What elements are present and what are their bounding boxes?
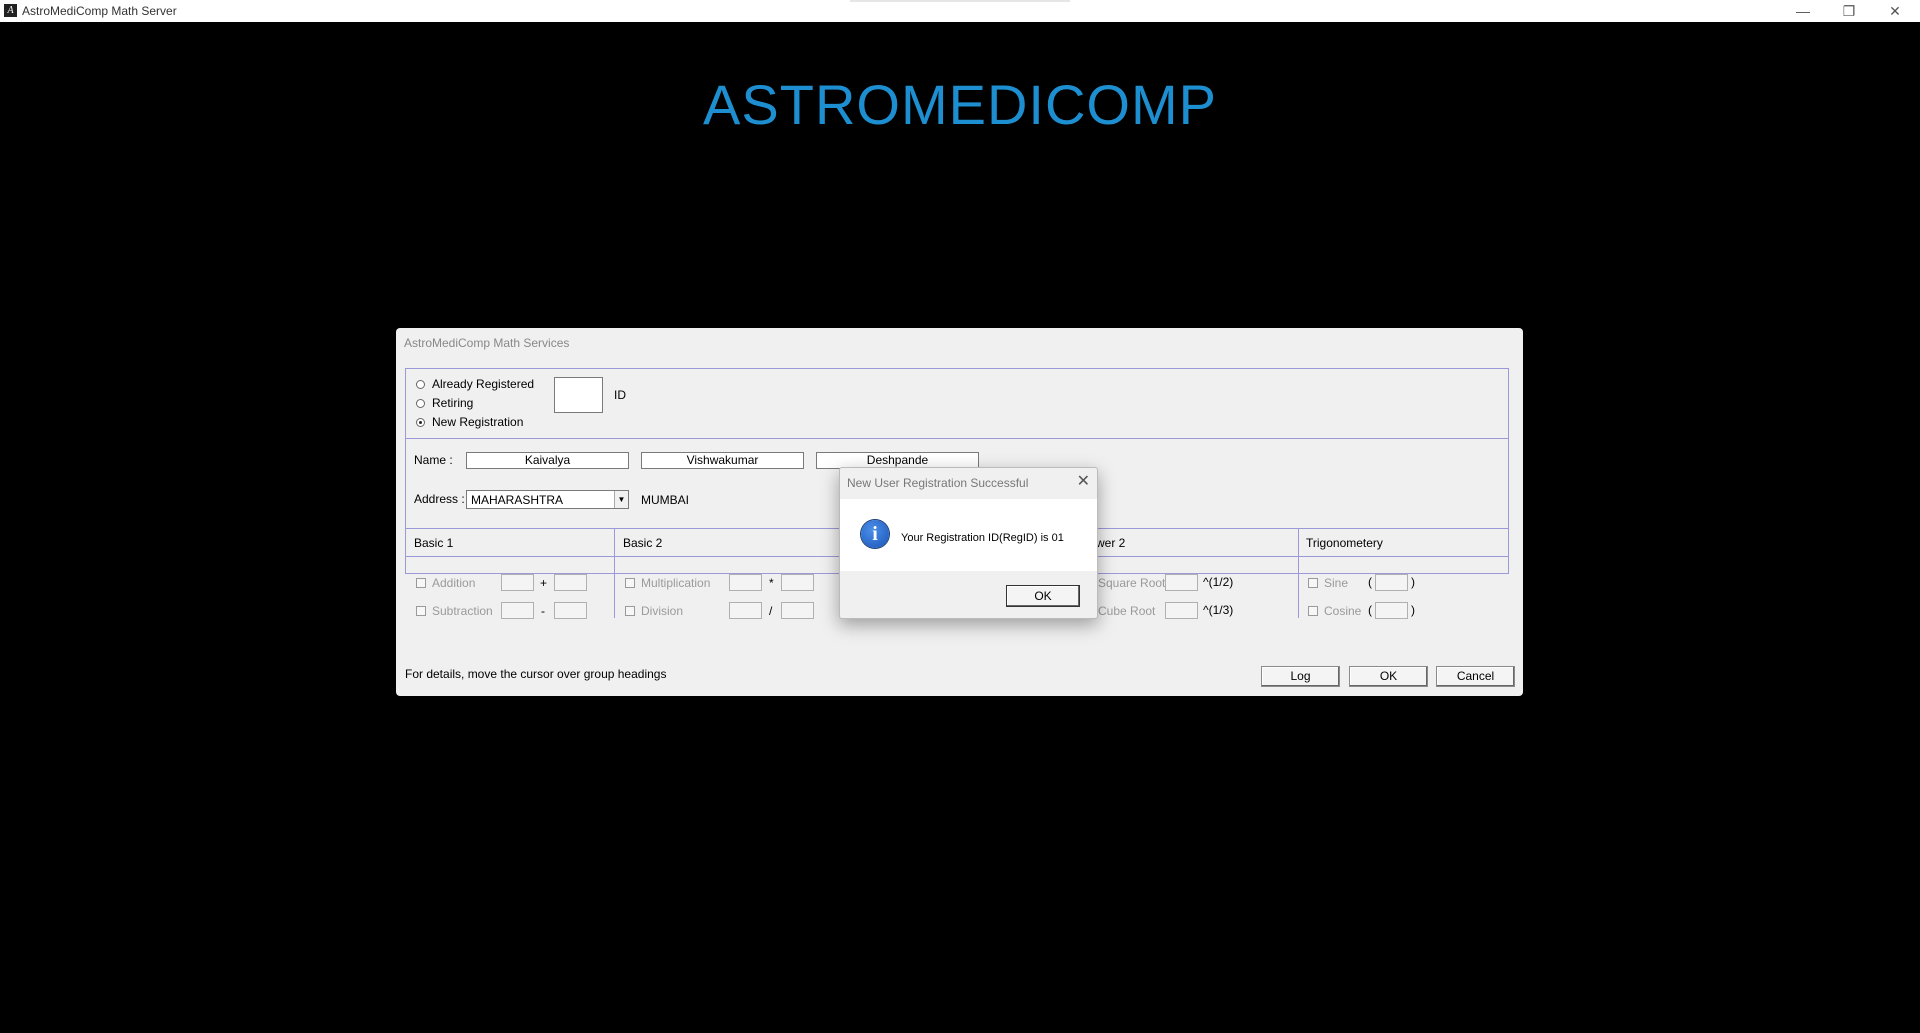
cube-root-exponent: ^(1/3) xyxy=(1203,603,1234,617)
id-input[interactable] xyxy=(554,377,603,413)
division-operand-2[interactable] xyxy=(781,602,814,619)
first-name-input[interactable]: Kaivalya xyxy=(466,452,629,469)
radio-new-registration[interactable] xyxy=(416,418,425,427)
group-divider xyxy=(405,438,1509,439)
middle-name-input[interactable]: Vishwakumar xyxy=(641,452,804,469)
window-title: AstroMediComp Math Server xyxy=(22,4,177,18)
multiplication-operand-1[interactable] xyxy=(729,574,762,591)
addition-operator: + xyxy=(540,576,548,590)
cosine-close-paren: ) xyxy=(1411,603,1415,617)
checkbox-multiplication[interactable] xyxy=(625,578,635,588)
subtraction-label: Subtraction xyxy=(432,604,493,618)
state-combobox[interactable]: MAHARASHTRA ▼ xyxy=(466,490,629,509)
name-label: Name : xyxy=(414,453,453,467)
minimize-button[interactable]: — xyxy=(1780,0,1826,22)
sine-close-paren: ) xyxy=(1411,575,1415,589)
close-button[interactable]: ✕ xyxy=(1872,0,1918,22)
group-heading-basic2[interactable]: Basic 2 xyxy=(623,536,662,550)
messagebox-text: Your Registration ID(RegID) is 01 xyxy=(901,532,1064,544)
messagebox-title: New User Registration Successful xyxy=(847,476,1029,490)
dialog-title: AstroMediComp Math Services xyxy=(404,336,570,350)
checkbox-addition[interactable] xyxy=(416,578,426,588)
registration-success-messagebox: New User Registration Successful ✕ i You… xyxy=(839,467,1098,619)
multiplication-label: Multiplication xyxy=(641,576,711,590)
snap-layout-hint xyxy=(850,0,1070,2)
division-operand-1[interactable] xyxy=(729,602,762,619)
checkbox-cosine[interactable] xyxy=(1308,606,1318,616)
col-divider-1 xyxy=(614,528,615,618)
radio-retiring[interactable] xyxy=(416,399,425,408)
square-root-operand[interactable] xyxy=(1165,574,1198,591)
subtraction-operand-2[interactable] xyxy=(554,602,587,619)
logo-text: ASTROMEDICOMP xyxy=(703,73,1217,136)
messagebox-close-icon[interactable]: ✕ xyxy=(1077,471,1090,491)
log-button[interactable]: Log xyxy=(1261,666,1340,687)
city-value: MUMBAI xyxy=(641,493,689,507)
state-value: MAHARASHTRA xyxy=(471,493,564,507)
checkbox-sine[interactable] xyxy=(1308,578,1318,588)
addition-operand-1[interactable] xyxy=(501,574,534,591)
multiplication-operator: * xyxy=(769,576,774,590)
hint-text: For details, move the cursor over group … xyxy=(405,667,667,681)
cancel-button[interactable]: Cancel xyxy=(1436,666,1515,687)
chevron-down-icon[interactable]: ▼ xyxy=(614,491,628,508)
cube-root-operand[interactable] xyxy=(1165,602,1198,619)
division-label: Division xyxy=(641,604,684,618)
multiplication-operand-2[interactable] xyxy=(781,574,814,591)
cosine-open-paren: ( xyxy=(1368,603,1372,617)
sine-operand[interactable] xyxy=(1375,574,1408,591)
cosine-label: Cosine xyxy=(1324,604,1362,618)
new-registration-label: New Registration xyxy=(432,415,524,429)
window-titlebar: A AstroMediComp Math Server — ❐ ✕ xyxy=(0,0,1920,22)
address-label: Address : xyxy=(414,492,465,506)
app-icon: A xyxy=(4,4,17,17)
cosine-operand[interactable] xyxy=(1375,602,1408,619)
checkbox-subtraction[interactable] xyxy=(416,606,426,616)
already-registered-label: Already Registered xyxy=(432,377,535,391)
messagebox-ok-button[interactable]: OK xyxy=(1006,585,1080,607)
group-heading-basic1[interactable]: Basic 1 xyxy=(414,536,453,550)
col-divider-4 xyxy=(1298,528,1299,618)
addition-label: Addition xyxy=(432,576,476,590)
division-operator: / xyxy=(769,604,773,618)
square-root-label: Square Root xyxy=(1098,576,1166,590)
sine-open-paren: ( xyxy=(1368,575,1372,589)
ok-button[interactable]: OK xyxy=(1349,666,1428,687)
restore-button[interactable]: ❐ xyxy=(1826,0,1872,22)
square-root-exponent: ^(1/2) xyxy=(1203,575,1234,589)
subtraction-operand-1[interactable] xyxy=(501,602,534,619)
info-icon: i xyxy=(861,520,889,548)
radio-already-registered[interactable] xyxy=(416,380,425,389)
id-label: ID xyxy=(614,388,626,402)
checkbox-division[interactable] xyxy=(625,606,635,616)
sine-label: Sine xyxy=(1324,576,1349,590)
group-heading-trigonometery[interactable]: Trigonometery xyxy=(1306,536,1383,550)
group-heading-power2[interactable]: wer 2 xyxy=(1096,536,1125,550)
addition-operand-2[interactable] xyxy=(554,574,587,591)
cube-root-label: Cube Root xyxy=(1098,604,1156,618)
retiring-label: Retiring xyxy=(432,396,474,410)
subtraction-operator: - xyxy=(541,604,545,618)
